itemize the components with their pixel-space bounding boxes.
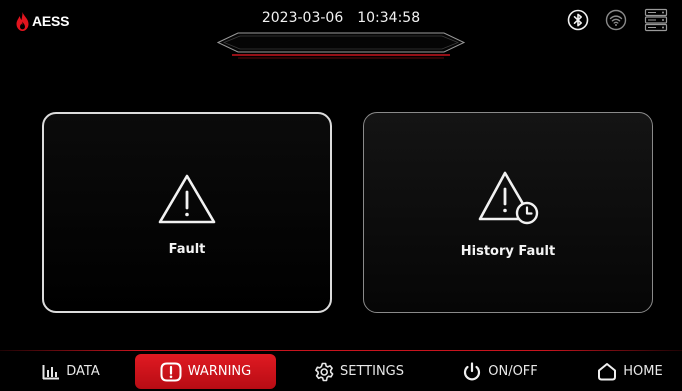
home-icon xyxy=(598,363,617,381)
nav-home[interactable]: HOME xyxy=(588,354,672,389)
bottom-nav: DATA WARNING SETTINGS ON/OFF HOME xyxy=(0,351,682,391)
history-fault-label: History Fault xyxy=(460,244,556,259)
warning-history-icon xyxy=(478,171,539,225)
nav-settings-label: SETTINGS xyxy=(339,364,404,379)
nav-on-off-label: ON/OFF xyxy=(488,364,538,379)
power-icon xyxy=(464,361,481,380)
nav-warning-label: WARNING xyxy=(187,364,252,379)
fault-label: Fault xyxy=(168,242,206,257)
nav-settings[interactable]: SETTINGS xyxy=(303,354,415,389)
time-text: 10:34:58 xyxy=(357,10,421,26)
warning-icon xyxy=(160,362,182,381)
gear-icon xyxy=(315,362,334,381)
warning-triangle-icon xyxy=(158,174,216,224)
fault-tile[interactable]: Fault xyxy=(42,112,332,313)
bar-chart-icon xyxy=(42,364,60,379)
nav-warning[interactable]: WARNING xyxy=(135,354,276,389)
nav-on-off[interactable]: ON/OFF xyxy=(450,354,550,389)
nav-home-label: HOME xyxy=(623,364,663,379)
screen: AESS 2023-03-06 10:34:58 Fault History F… xyxy=(0,0,682,391)
nav-data[interactable]: DATA xyxy=(26,354,116,389)
history-fault-tile[interactable]: History Fault xyxy=(363,112,653,313)
nav-data-label: DATA xyxy=(66,364,100,379)
date-text: 2023-03-06 xyxy=(261,10,344,26)
wifi-icon[interactable] xyxy=(605,9,627,31)
server-icon[interactable] xyxy=(644,8,668,32)
top-bar: AESS 2023-03-06 10:34:58 xyxy=(0,0,682,64)
bluetooth-icon[interactable] xyxy=(567,9,589,31)
